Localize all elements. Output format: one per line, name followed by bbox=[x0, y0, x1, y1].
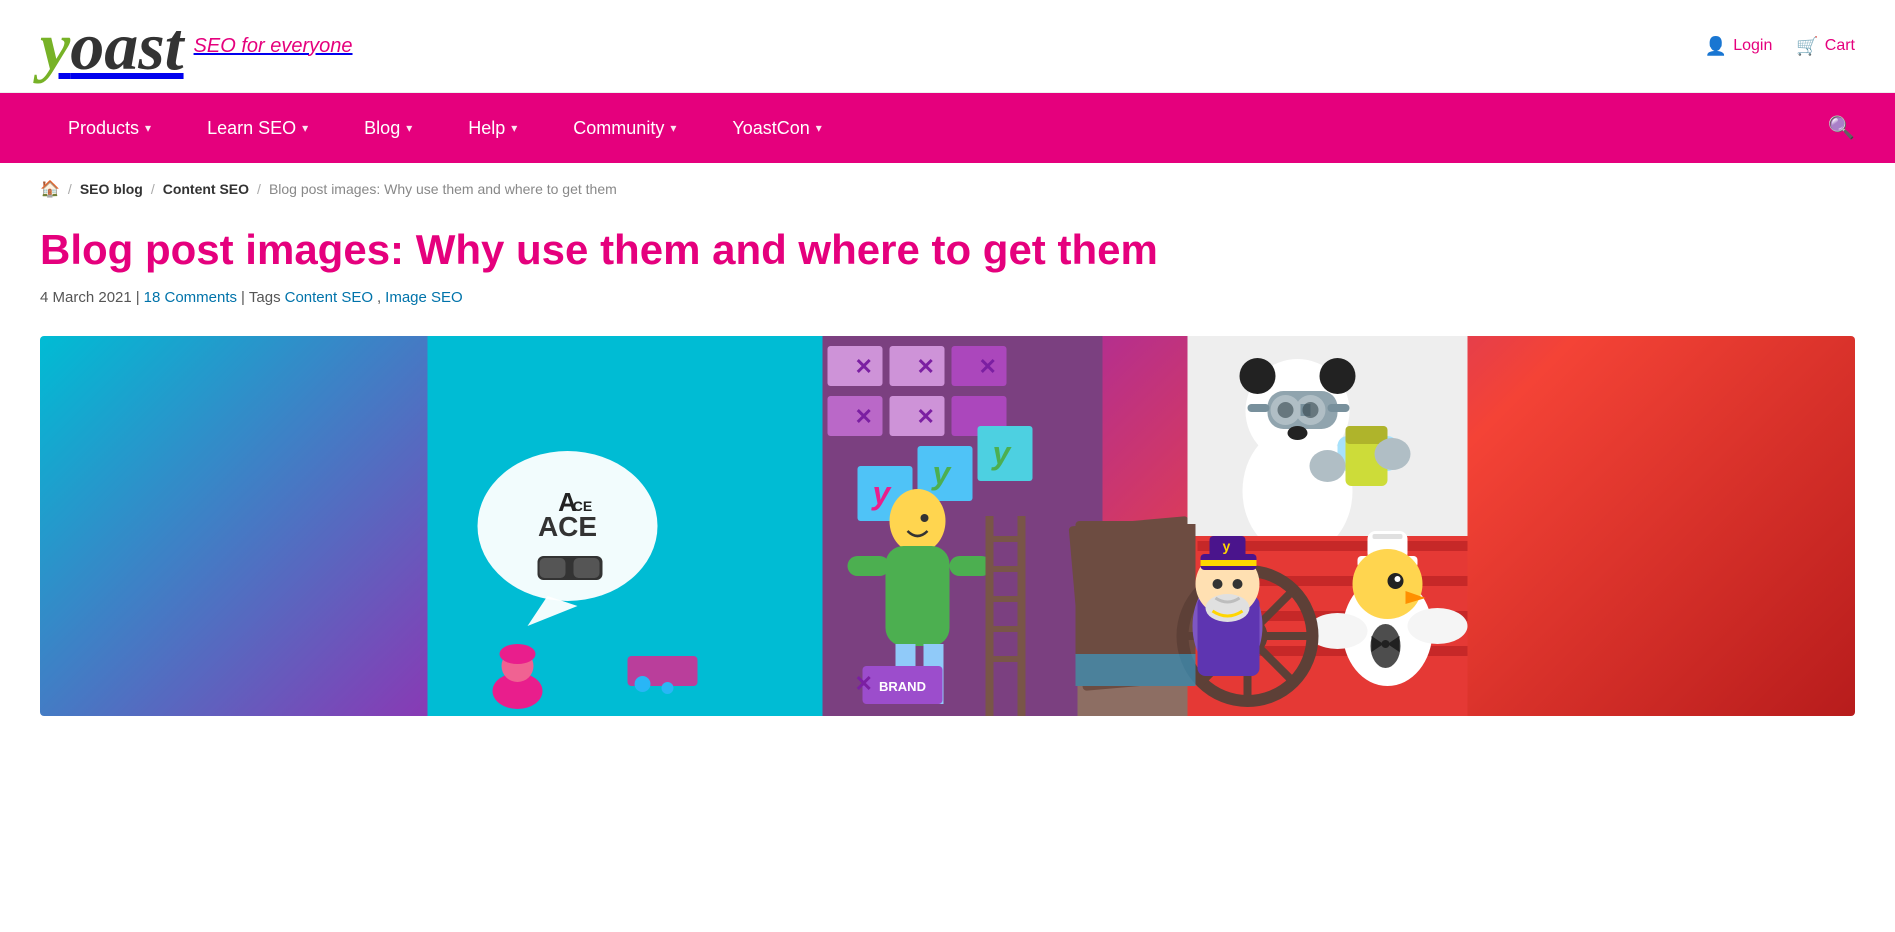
search-icon[interactable]: 🔍 bbox=[1808, 93, 1855, 163]
tags-label: Tags bbox=[249, 289, 281, 306]
nav-item-yoastcon[interactable]: YoastCon ▾ bbox=[704, 96, 849, 161]
nav-label-blog: Blog bbox=[364, 118, 400, 139]
cart-icon: 🛒 bbox=[1796, 36, 1818, 57]
logo-oast: oast bbox=[70, 12, 183, 80]
comments-link[interactable]: 18 Comments bbox=[144, 289, 237, 306]
svg-text:✕: ✕ bbox=[855, 354, 873, 379]
article-meta: 4 March 2021 | 18 Comments | Tags Conten… bbox=[40, 289, 1360, 306]
tag-content-seo[interactable]: Content SEO bbox=[285, 289, 373, 306]
nav-item-products[interactable]: Products ▾ bbox=[40, 96, 179, 161]
breadcrumb-content-seo[interactable]: Content SEO bbox=[163, 181, 249, 197]
nav-link-help[interactable]: Help ▾ bbox=[440, 96, 545, 161]
home-icon[interactable]: 🏠 bbox=[40, 179, 60, 199]
breadcrumb-sep-1: / bbox=[68, 181, 72, 197]
nav-items: Products ▾ Learn SEO ▾ Blog ▾ Help ▾ Com bbox=[40, 96, 850, 161]
cart-link[interactable]: 🛒 Cart bbox=[1796, 36, 1855, 57]
nav-label-community: Community bbox=[573, 118, 664, 139]
breadcrumb-sep-3: / bbox=[257, 181, 261, 197]
meta-separator: | bbox=[136, 289, 140, 306]
breadcrumb-current: Blog post images: Why use them and where… bbox=[269, 181, 617, 197]
svg-text:y: y bbox=[871, 475, 893, 511]
breadcrumb-sep-2: / bbox=[151, 181, 155, 197]
nav-link-learn-seo[interactable]: Learn SEO ▾ bbox=[179, 96, 336, 161]
chevron-down-icon-products: ▾ bbox=[145, 121, 151, 135]
nav-link-products[interactable]: Products ▾ bbox=[40, 96, 179, 161]
hero-illustration: A CE ACE ✕ ✕ ✕ ✕ ✕ y y bbox=[40, 336, 1855, 716]
tag-image-seo[interactable]: Image SEO bbox=[385, 289, 463, 306]
logo-tagline: SEO for everyone bbox=[194, 35, 353, 58]
svg-text:y: y bbox=[1223, 538, 1231, 554]
svg-text:✕: ✕ bbox=[979, 354, 997, 379]
chevron-down-icon-help: ▾ bbox=[511, 121, 517, 135]
nav-label-yoastcon: YoastCon bbox=[732, 118, 809, 139]
chevron-down-icon-learn-seo: ▾ bbox=[302, 121, 308, 135]
main-nav: Products ▾ Learn SEO ▾ Blog ▾ Help ▾ Com bbox=[0, 93, 1895, 163]
login-link[interactable]: 👤 Login bbox=[1705, 36, 1773, 57]
article-title: Blog post images: Why use them and where… bbox=[40, 225, 1360, 275]
chevron-down-icon-yoastcon: ▾ bbox=[816, 121, 822, 135]
svg-text:✕: ✕ bbox=[855, 671, 873, 696]
svg-text:ACE: ACE bbox=[538, 511, 597, 542]
login-label: Login bbox=[1733, 37, 1772, 55]
svg-text:✕: ✕ bbox=[855, 404, 873, 429]
chevron-down-icon-blog: ▾ bbox=[406, 121, 412, 135]
nav-item-community[interactable]: Community ▾ bbox=[545, 96, 704, 161]
article-date: 4 March 2021 bbox=[40, 289, 132, 306]
hero-image: A CE ACE ✕ ✕ ✕ ✕ ✕ y y bbox=[40, 336, 1855, 716]
svg-text:✕: ✕ bbox=[917, 404, 935, 429]
header-actions: 👤 Login 🛒 Cart bbox=[1705, 36, 1855, 57]
article-header: Blog post images: Why use them and where… bbox=[0, 215, 1400, 326]
chevron-down-icon-community: ▾ bbox=[670, 121, 676, 135]
svg-text:y: y bbox=[991, 435, 1013, 471]
meta-pipe: | bbox=[241, 289, 245, 306]
breadcrumb: 🏠 / SEO blog / Content SEO / Blog post i… bbox=[0, 163, 1895, 215]
nav-link-yoastcon[interactable]: YoastCon ▾ bbox=[704, 96, 849, 161]
svg-text:BRAND: BRAND bbox=[879, 679, 926, 694]
nav-item-help[interactable]: Help ▾ bbox=[440, 96, 545, 161]
nav-label-learn-seo: Learn SEO bbox=[207, 118, 296, 139]
user-icon: 👤 bbox=[1705, 36, 1727, 57]
tag-sep: , bbox=[377, 289, 381, 306]
nav-link-blog[interactable]: Blog ▾ bbox=[336, 96, 440, 161]
svg-text:✕: ✕ bbox=[917, 354, 935, 379]
breadcrumb-seo-blog[interactable]: SEO blog bbox=[80, 181, 143, 197]
nav-label-help: Help bbox=[468, 118, 505, 139]
svg-text:y: y bbox=[931, 455, 953, 491]
nav-label-products: Products bbox=[68, 118, 139, 139]
logo-y: y bbox=[40, 12, 70, 80]
cart-label: Cart bbox=[1825, 37, 1855, 55]
nav-item-blog[interactable]: Blog ▾ bbox=[336, 96, 440, 161]
logo[interactable]: yoast SEO for everyone bbox=[40, 12, 353, 80]
nav-item-learn-seo[interactable]: Learn SEO ▾ bbox=[179, 96, 336, 161]
nav-link-community[interactable]: Community ▾ bbox=[545, 96, 704, 161]
site-header: yoast SEO for everyone 👤 Login 🛒 Cart bbox=[0, 0, 1895, 93]
